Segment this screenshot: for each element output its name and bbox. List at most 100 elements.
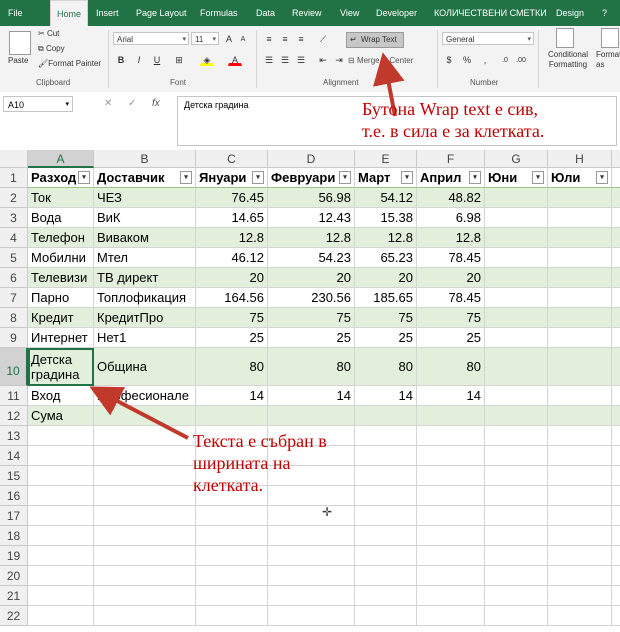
tab-formulas[interactable]: Formulas [200,0,238,26]
table-cell[interactable] [485,406,548,426]
table-cell[interactable]: 15.38 [355,208,417,228]
row-header-22[interactable]: 22 [0,606,28,626]
table-cell[interactable]: Сума [28,406,94,426]
table-cell[interactable]: 12.8 [417,228,485,248]
empty-cell[interactable] [268,506,355,526]
table-cell[interactable] [548,208,612,228]
table-cell[interactable] [612,386,620,406]
table-cell[interactable]: 12.8 [268,228,355,248]
active-cell-a10[interactable]: Детска градина [28,348,94,386]
table-header-cell[interactable]: Март ▾ [355,168,417,188]
row-header-10[interactable]: 10 [0,348,28,386]
empty-cell[interactable] [355,446,417,466]
empty-cell[interactable] [28,546,94,566]
empty-cell[interactable] [28,606,94,626]
cut-button[interactable]: ✂ Cut [38,29,59,38]
table-cell[interactable] [268,406,355,426]
increase-decimal-icon[interactable]: .0 [498,53,512,66]
bold-button[interactable]: B [114,53,128,66]
empty-cell[interactable] [612,486,620,506]
table-cell[interactable] [548,328,612,348]
table-cell[interactable]: 230.56 [268,288,355,308]
tab-page-layout[interactable]: Page Layout [136,0,187,26]
filter-dropdown-icon[interactable]: ▾ [596,171,608,184]
table-cell[interactable] [417,406,485,426]
empty-cell[interactable] [548,586,612,606]
increase-indent-icon[interactable]: ⇥ [332,53,346,66]
table-cell[interactable] [548,308,612,328]
empty-cell[interactable] [485,566,548,586]
paste-icon[interactable] [9,31,31,55]
table-cell[interactable]: Община [94,348,196,386]
filter-dropdown-icon[interactable]: ▾ [339,171,351,184]
align-bottom-icon[interactable]: ≡ [294,32,308,45]
accounting-icon[interactable]: $ [442,53,456,66]
table-cell[interactable] [196,406,268,426]
row-header-6[interactable]: 6 [0,268,28,288]
format-as-table-button[interactable]: Format as Table [596,50,620,70]
table-cell[interactable] [485,248,548,268]
table-cell[interactable]: ЧЕЗ [94,188,196,208]
empty-cell[interactable] [612,466,620,486]
table-cell[interactable]: 12.8 [355,228,417,248]
table-cell[interactable]: 78.45 [417,248,485,268]
table-cell[interactable]: Интернет [28,328,94,348]
align-right-icon[interactable]: ☰ [294,53,308,66]
row-header-20[interactable]: 20 [0,566,28,586]
comma-icon[interactable]: , [478,53,492,66]
table-cell[interactable] [548,386,612,406]
enter-icon[interactable]: ✓ [128,96,136,112]
italic-button[interactable]: I [132,53,146,66]
table-cell[interactable] [94,406,196,426]
row-header-11[interactable]: 11 [0,386,28,406]
empty-cell[interactable] [355,586,417,606]
empty-cell[interactable] [355,426,417,446]
number-format-select[interactable]: General ▾ [442,32,534,45]
column-header-c[interactable]: C [196,150,268,168]
table-cell[interactable] [355,406,417,426]
table-cell[interactable]: ВиК [94,208,196,228]
column-header-h[interactable]: H [548,150,612,168]
empty-cell[interactable] [417,506,485,526]
table-cell[interactable] [485,288,548,308]
empty-cell[interactable] [268,526,355,546]
percent-icon[interactable]: % [460,53,474,66]
orientation-icon[interactable]: ⟋ [316,32,330,45]
table-cell[interactable]: 6.98 [417,208,485,228]
font-size-select[interactable]: 11 ▾ [191,32,219,45]
row-header-4[interactable]: 4 [0,228,28,248]
row-header-16[interactable]: 16 [0,486,28,506]
empty-cell[interactable] [548,466,612,486]
conditional-formatting-icon[interactable] [556,28,574,48]
table-cell[interactable]: Професионале [94,386,196,406]
table-cell[interactable]: 20 [268,268,355,288]
table-cell[interactable] [548,406,612,426]
empty-cell[interactable] [417,426,485,446]
empty-cell[interactable] [485,506,548,526]
table-cell[interactable]: 48.82 [417,188,485,208]
table-cell[interactable]: Кредит [28,308,94,328]
table-cell[interactable]: 14 [268,386,355,406]
format-as-table-icon[interactable] [601,28,619,48]
empty-cell[interactable] [612,606,620,626]
row-header-8[interactable]: 8 [0,308,28,328]
table-cell[interactable]: 14 [355,386,417,406]
empty-cell[interactable] [417,466,485,486]
empty-cell[interactable] [355,606,417,626]
table-cell[interactable]: 54.12 [355,188,417,208]
empty-cell[interactable] [548,486,612,506]
column-header-e[interactable]: E [355,150,417,168]
table-cell[interactable]: 25 [417,328,485,348]
empty-cell[interactable] [417,606,485,626]
table-cell[interactable]: 25 [355,328,417,348]
tab-review[interactable]: Review [292,0,322,26]
table-cell[interactable]: 12.8 [196,228,268,248]
table-header-cell[interactable] [612,168,620,188]
table-cell[interactable] [485,348,548,386]
table-cell[interactable]: 54.23 [268,248,355,268]
table-cell[interactable]: 185.65 [355,288,417,308]
table-cell[interactable]: Телефон [28,228,94,248]
table-cell[interactable]: 75 [355,308,417,328]
table-cell[interactable]: 12.43 [268,208,355,228]
table-cell[interactable]: 14 [196,386,268,406]
